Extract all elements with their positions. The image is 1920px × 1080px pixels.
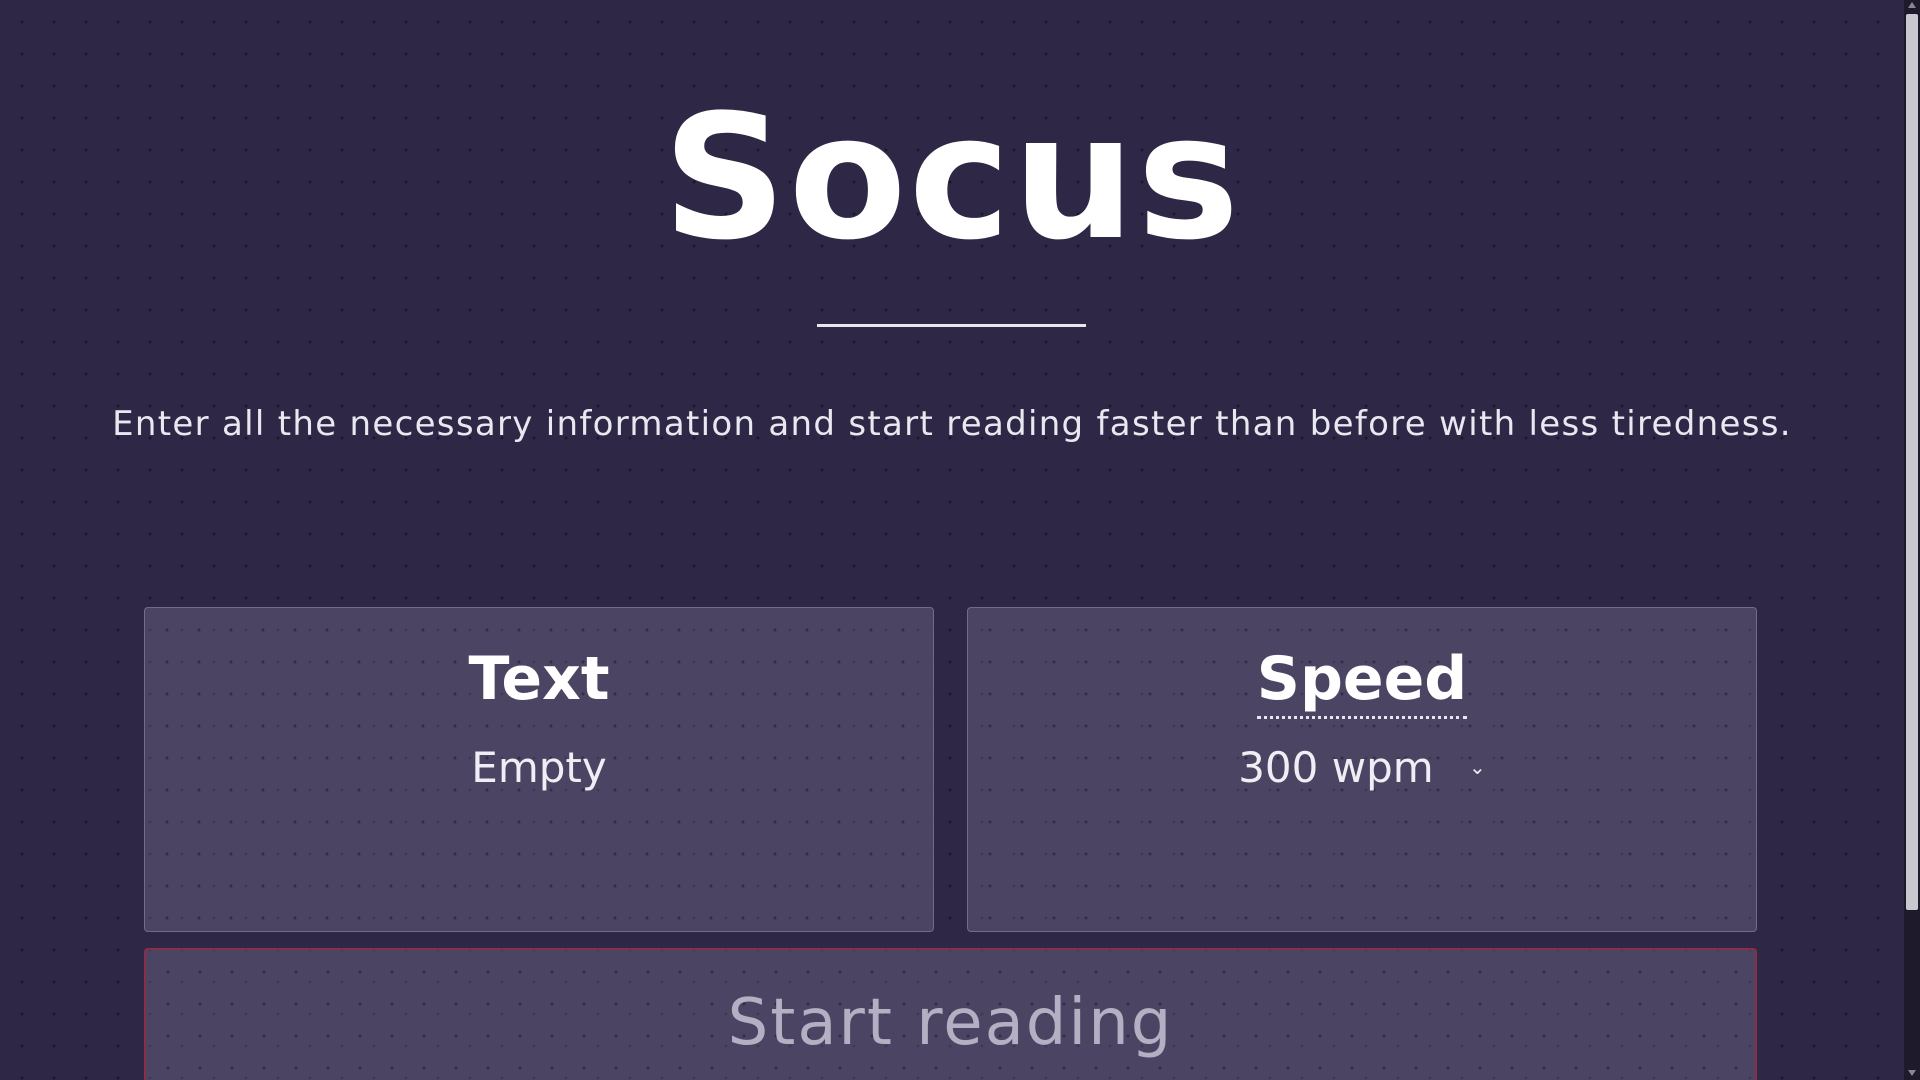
speed-card-heading: Speed xyxy=(968,644,1756,719)
text-card-value: Empty xyxy=(471,743,607,792)
scroll-up-arrow-icon[interactable] xyxy=(1908,2,1916,8)
chevron-down-icon: ⌄ xyxy=(1469,754,1486,779)
scroll-down-arrow-icon[interactable] xyxy=(1908,1070,1916,1076)
page-title: Socus xyxy=(662,77,1242,278)
page-subtitle: Enter all the necessary information and … xyxy=(112,404,1792,444)
speed-heading-label: Speed xyxy=(1256,644,1468,719)
scrollbar-thumb[interactable] xyxy=(1906,14,1918,910)
page: Socus Enter all the necessary informatio… xyxy=(0,0,1904,1080)
speed-select[interactable]: 300 wpm ⌄ xyxy=(968,743,1756,792)
start-reading-label: Start reading xyxy=(727,986,1174,1060)
speed-value: 300 wpm xyxy=(1238,743,1434,792)
text-card-heading: Text xyxy=(468,644,610,714)
text-card[interactable]: Text Empty xyxy=(144,607,934,932)
speed-card[interactable]: Speed 300 wpm ⌄ xyxy=(967,607,1757,932)
start-reading-button[interactable]: Start reading xyxy=(144,948,1757,1080)
vertical-scrollbar[interactable] xyxy=(1904,0,1920,1080)
title-divider xyxy=(817,324,1086,327)
